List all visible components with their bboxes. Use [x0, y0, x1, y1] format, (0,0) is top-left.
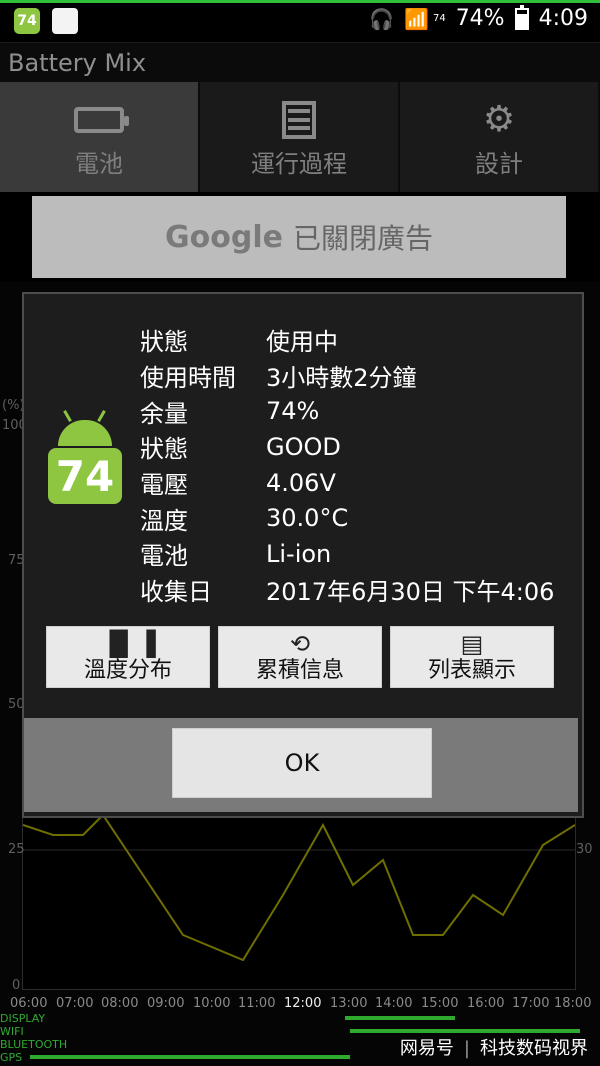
gps-bar: [30, 1055, 350, 1059]
row-value: Li-ion: [266, 539, 332, 568]
row-usage-time: 使用時間 3小時數2分鐘: [140, 358, 554, 394]
app-title: Battery Mix: [8, 49, 147, 77]
row-value: 30.0°C: [266, 504, 349, 533]
ad-text: 已關閉廣告: [292, 222, 433, 255]
x-tick-0600: 06:00: [10, 996, 48, 1011]
series-display: DISPLAY: [0, 1012, 46, 1025]
list-view-label: 列表顯示: [427, 658, 516, 683]
document-icon: ▤: [460, 630, 484, 658]
tab-battery[interactable]: 電池: [0, 82, 200, 192]
row-status: 狀態 使用中: [140, 322, 554, 358]
row-value: 3小時數2分鐘: [266, 364, 417, 393]
x-tick-1000: 10:00: [193, 996, 231, 1011]
x-tick-1100: 11:00: [238, 996, 276, 1011]
status-left: 74: [14, 8, 78, 34]
ok-bar: OK: [24, 718, 578, 812]
tab-bar: 電池 運行過程 ⚙ 設計: [0, 82, 600, 192]
x-tick-0900: 09:00: [147, 996, 185, 1011]
ad-banner: Google 已關閉廣告: [32, 196, 566, 278]
row-value: 4.06V: [266, 468, 336, 497]
battery-mix-badge: 74: [14, 8, 40, 34]
list-icon: [282, 96, 316, 144]
tab-settings-label: 設計: [475, 149, 523, 178]
tab-process[interactable]: 運行過程: [200, 82, 400, 192]
dialog-buttons: ▐▌▐ 溫度分布 ⟲ 累積信息 ▤ 列表顯示: [46, 626, 558, 688]
cumulative-info-button[interactable]: ⟲ 累積信息: [218, 626, 382, 688]
watermark: 网易号 | 科技数码视界: [400, 1034, 588, 1060]
x-tick-1500: 15:00: [421, 996, 459, 1011]
watermark-brand: 网易号: [399, 1038, 454, 1059]
y-tick-0: 0: [12, 978, 21, 993]
row-label: 電池: [140, 542, 188, 571]
temperature-distribution-label: 溫度分布: [83, 658, 172, 683]
status-bar: 74 🎧 📶 74 74% 4:09: [0, 0, 600, 42]
row-label: 收集日: [140, 578, 212, 607]
history-icon: ⟲: [289, 630, 311, 658]
ok-button[interactable]: OK: [172, 728, 432, 798]
signal-small-label: 74: [432, 13, 446, 24]
x-tick-0800: 08:00: [101, 996, 139, 1011]
battery-percent-text: 74%: [455, 6, 505, 31]
x-tick-1400: 14:00: [375, 996, 413, 1011]
gear-icon: ⚙: [482, 99, 516, 140]
row-value: GOOD: [266, 432, 341, 461]
row-value: 使用中: [266, 328, 338, 357]
row-battery-type: 電池 Li-ion: [140, 536, 554, 572]
x-tick-1200: 12:00: [284, 996, 322, 1011]
wifi-bar: [350, 1029, 580, 1033]
row-voltage: 電壓 4.06V: [140, 465, 554, 501]
watermark-separator: |: [463, 1038, 470, 1059]
row-label: 余量: [140, 399, 188, 428]
battery-icon: [514, 4, 529, 30]
tab-battery-label: 電池: [75, 149, 123, 178]
status-right: 🎧 📶 74 74% 4:09: [369, 4, 588, 31]
x-tick-1800: 18:00: [554, 996, 592, 1011]
row-value: 74%: [266, 397, 320, 426]
row-label: 電壓: [140, 471, 188, 500]
bar-chart-icon: ▐▌▐: [100, 630, 156, 658]
row-label: 使用時間: [140, 364, 236, 393]
row-temperature: 溫度 30.0°C: [140, 500, 554, 536]
battery-level-badge: 74: [55, 451, 115, 501]
cumulative-info-label: 累積信息: [255, 658, 344, 683]
tab-process-label: 運行過程: [251, 149, 347, 178]
temperature-distribution-button[interactable]: ▐▌▐ 溫度分布: [46, 626, 210, 688]
y-right-tick-30: 30: [576, 842, 593, 857]
clock: 4:09: [538, 6, 588, 31]
info-rows: 狀態 使用中 使用時間 3小時數2分鐘 余量 74% 狀態 GOOD 電壓 4.06V 溫…: [140, 322, 554, 608]
x-tick-1300: 13:00: [330, 996, 368, 1011]
row-health: 狀態 GOOD: [140, 429, 554, 465]
x-tick-0700: 07:00: [56, 996, 94, 1011]
row-label: 狀態: [140, 328, 188, 357]
android-battery-icon: 74: [48, 410, 122, 504]
series-wifi: WIFI: [0, 1025, 24, 1038]
row-remaining: 余量 74%: [140, 393, 554, 429]
app-bar: Battery Mix: [0, 42, 600, 83]
row-value: 2017年6月30日 下午4:06: [266, 578, 555, 607]
wifi-icon: 📶: [404, 6, 429, 31]
status-top-line: [0, 0, 600, 3]
list-view-button[interactable]: ▤ 列表顯示: [390, 626, 554, 688]
tab-settings[interactable]: ⚙ 設計: [400, 82, 600, 192]
android-head: [58, 420, 112, 446]
row-label: 溫度: [140, 506, 188, 535]
ad-brand: Google: [165, 219, 283, 255]
notification-square-icon: [52, 8, 78, 34]
display-bar: [345, 1016, 455, 1020]
row-collected-date: 收集日 2017年6月30日 下午4:06: [140, 572, 554, 608]
headphones-icon: 🎧: [369, 6, 395, 31]
x-tick-1700: 17:00: [512, 996, 550, 1011]
series-bluetooth: BLUETOOTH: [0, 1038, 68, 1051]
series-gps: GPS: [0, 1051, 23, 1064]
y-tick-25: 25: [8, 842, 25, 857]
row-label: 狀態: [140, 435, 188, 464]
battery-icon: [74, 96, 129, 144]
watermark-text: 科技数码视界: [480, 1038, 588, 1059]
x-tick-1600: 16:00: [467, 996, 505, 1011]
android-body: 74: [48, 448, 122, 504]
